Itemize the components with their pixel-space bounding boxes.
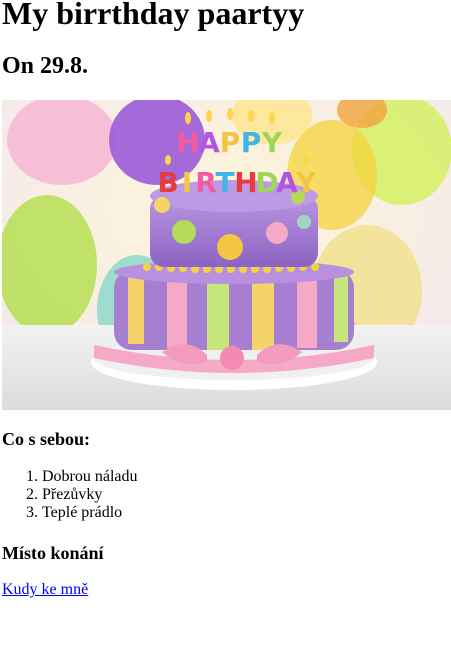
svg-text:Y: Y: [261, 126, 283, 159]
svg-text:I: I: [182, 166, 192, 199]
birthday-cake-photo: H A P P Y B I R T H D A Y: [2, 100, 451, 410]
svg-text:B: B: [157, 166, 178, 199]
date-heading: On 29.8.: [2, 53, 89, 79]
svg-text:D: D: [255, 166, 278, 199]
bring-heading: Co s sebou:: [2, 429, 91, 449]
svg-text:A: A: [276, 166, 298, 199]
svg-text:H: H: [234, 166, 257, 199]
page-title: My birrthday paartyy: [2, 0, 305, 31]
directions-link[interactable]: Kudy ke mně: [2, 580, 88, 600]
list-item: Přezůvky: [42, 486, 449, 504]
bring-list: Dobrou náladu Přezůvky Teplé prádlo: [2, 468, 449, 522]
list-item: Dobrou náladu: [42, 468, 449, 486]
page: My birrthday paartyy On 29.8. H A P P Y …: [0, 0, 451, 600]
list-item: Teplé prádlo: [42, 504, 449, 522]
venue-heading: Místo konání: [2, 543, 104, 563]
svg-text:A: A: [198, 126, 220, 159]
svg-text:T: T: [215, 166, 234, 199]
svg-text:R: R: [195, 166, 217, 199]
svg-text:P: P: [241, 126, 262, 159]
svg-text:P: P: [220, 126, 241, 159]
svg-text:H: H: [176, 126, 199, 159]
svg-text:Y: Y: [295, 166, 317, 199]
